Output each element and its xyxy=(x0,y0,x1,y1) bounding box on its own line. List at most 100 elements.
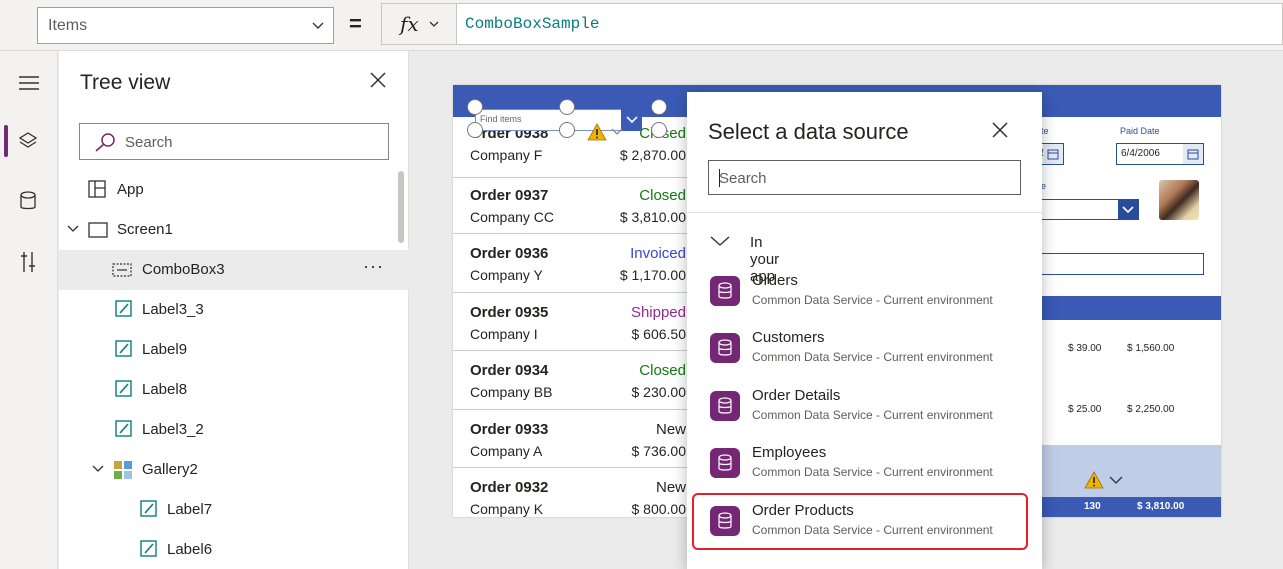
company-name: Company I xyxy=(470,325,538,342)
search-placeholder: Search xyxy=(719,170,767,187)
detail-row1-total: $ 1,560.00 xyxy=(1127,343,1175,354)
data-button[interactable] xyxy=(0,181,58,221)
data-source-name: Order Details xyxy=(752,387,841,404)
order-row[interactable]: Order 0936 Company Y Invoiced $ 1,170.00 xyxy=(453,234,688,293)
tree-item-label3-2[interactable]: Label3_2 xyxy=(59,410,409,450)
order-number: Order 0933 xyxy=(470,420,549,438)
order-number: Order 0932 xyxy=(470,479,549,496)
tree-item-label6[interactable]: Label6 xyxy=(59,530,409,569)
order-row[interactable]: Order 0934 Company BB Closed $ 230.00 xyxy=(453,351,688,410)
add-product-band xyxy=(1013,445,1221,497)
tree-item-label: Gallery2 xyxy=(142,461,198,478)
combobox-placeholder: Find items xyxy=(480,114,522,124)
tree-item-label8[interactable]: Label8 xyxy=(59,370,409,410)
data-source-item[interactable]: Employees Common Data Service - Current e… xyxy=(708,442,1028,494)
label-icon xyxy=(115,420,132,437)
order-row[interactable]: Order 0933 Company A New $ 736.00 xyxy=(453,410,688,468)
order-status: Closed xyxy=(639,362,686,379)
order-status: Closed xyxy=(639,186,686,204)
order-amount: $ 230.00 xyxy=(631,384,687,400)
chevron-down-icon xyxy=(1109,476,1123,484)
totals-bar: 130 $ 3,810.00 xyxy=(1013,497,1221,517)
tree-view-button[interactable] xyxy=(0,121,58,161)
resize-handle[interactable] xyxy=(651,122,667,138)
close-icon[interactable] xyxy=(369,71,387,89)
fx-icon: fx xyxy=(400,12,419,36)
dropdown-button[interactable] xyxy=(1118,200,1138,219)
combobox-dropdown-button[interactable] xyxy=(621,109,642,131)
tree-item-label: Label8 xyxy=(142,381,188,398)
data-source-item[interactable]: Order Details Common Data Service - Curre… xyxy=(708,385,1028,437)
order-row[interactable]: Order 0935 Company I Shipped $ 606.50 xyxy=(453,293,688,351)
property-dropdown[interactable]: Items xyxy=(37,7,334,44)
resize-handle[interactable] xyxy=(467,99,483,115)
hamburger-menu-button[interactable] xyxy=(0,63,58,103)
tree-search-input[interactable]: Search xyxy=(79,123,389,160)
chevron-down-icon xyxy=(611,128,623,135)
order-amount: $ 606.50 xyxy=(631,325,687,342)
calendar-icon xyxy=(1183,144,1203,164)
data-source-name: Customers xyxy=(752,329,825,346)
tree-item-label3-3[interactable]: Label3_3 xyxy=(59,290,409,330)
formula-input[interactable]: ComboBoxSample xyxy=(456,3,1283,45)
detail-row2-total: $ 2,250.00 xyxy=(1127,404,1175,415)
label-icon xyxy=(140,540,157,557)
tree-item-screen1[interactable]: Screen1 xyxy=(59,210,409,250)
data-source-description: Common Data Service - Current environmen… xyxy=(752,408,993,422)
chevron-down-icon xyxy=(710,236,730,246)
tools-button[interactable] xyxy=(0,241,58,281)
paid-date-picker[interactable]: 6/4/2006 xyxy=(1116,143,1204,165)
order-amount: $ 736.00 xyxy=(631,442,687,459)
data-source-item[interactable]: Orders Common Data Service - Current envi… xyxy=(708,270,1028,322)
order-row[interactable]: Order 0932 Company K New $ 800.00 xyxy=(453,468,688,517)
order-status: Invoiced xyxy=(630,245,686,262)
data-source-name: Employees xyxy=(752,444,827,461)
data-source-description: Common Data Service - Current environmen… xyxy=(752,293,993,307)
resize-handle[interactable] xyxy=(559,122,575,138)
dialog-title: Select a data source xyxy=(708,119,909,144)
gallery-icon xyxy=(114,461,132,479)
calendar-icon xyxy=(1043,144,1063,164)
tree-view-panel: Tree view Search App Screen1 ComboBox3 ·… xyxy=(59,51,409,569)
label-icon xyxy=(140,500,157,517)
database-icon xyxy=(710,333,740,363)
resize-handle[interactable] xyxy=(559,99,575,115)
order-row[interactable]: Order 0937 Company CC Closed $ 3,810.00 xyxy=(453,176,688,234)
data-source-search-input[interactable]: Search xyxy=(708,160,1021,195)
order-details-header xyxy=(1013,296,1221,320)
close-icon[interactable] xyxy=(991,121,1009,139)
resize-handle[interactable] xyxy=(651,99,667,115)
company-name: Company BB xyxy=(470,384,553,400)
tree-item-label7[interactable]: Label7 xyxy=(59,490,409,530)
total-amount: $ 3,810.00 xyxy=(1137,501,1185,512)
chevron-down-icon xyxy=(67,225,79,232)
tree-item-label: ComboBox3 xyxy=(142,261,225,278)
data-source-item[interactable]: Customers Common Data Service - Current e… xyxy=(708,327,1028,379)
tools-icon xyxy=(21,252,35,272)
tree-item-app[interactable]: App xyxy=(59,170,409,210)
warning-icon xyxy=(587,123,607,141)
tree-item-label: Label6 xyxy=(167,541,213,558)
company-name: Company F xyxy=(470,147,543,163)
more-options-icon[interactable]: ··· xyxy=(363,256,384,277)
fx-button[interactable]: fx xyxy=(381,3,456,45)
order-status: New xyxy=(655,420,686,438)
database-icon xyxy=(710,276,740,306)
paid-date-value: 6/4/2006 xyxy=(1121,148,1160,159)
property-value: Items xyxy=(48,17,88,34)
detail-row2-price: $ 25.00 xyxy=(1068,404,1102,415)
label-icon xyxy=(115,380,132,397)
tree-item-label: Label7 xyxy=(167,501,213,518)
employee-photo xyxy=(1159,180,1199,220)
highlight-box xyxy=(692,493,1028,550)
resize-handle[interactable] xyxy=(467,122,483,138)
tree-item-gallery2[interactable]: Gallery2 xyxy=(59,450,409,490)
database-icon xyxy=(710,391,740,421)
tree-scrollbar[interactable] xyxy=(398,171,404,243)
order-number: Order 0935 xyxy=(470,303,549,321)
company-name: Company Y xyxy=(470,267,543,283)
tree-item-label9[interactable]: Label9 xyxy=(59,330,409,370)
tree-item-combobox3[interactable]: ComboBox3 ··· xyxy=(59,250,409,290)
hamburger-icon xyxy=(19,76,39,90)
paid-date-label: Paid Date xyxy=(1120,126,1160,136)
